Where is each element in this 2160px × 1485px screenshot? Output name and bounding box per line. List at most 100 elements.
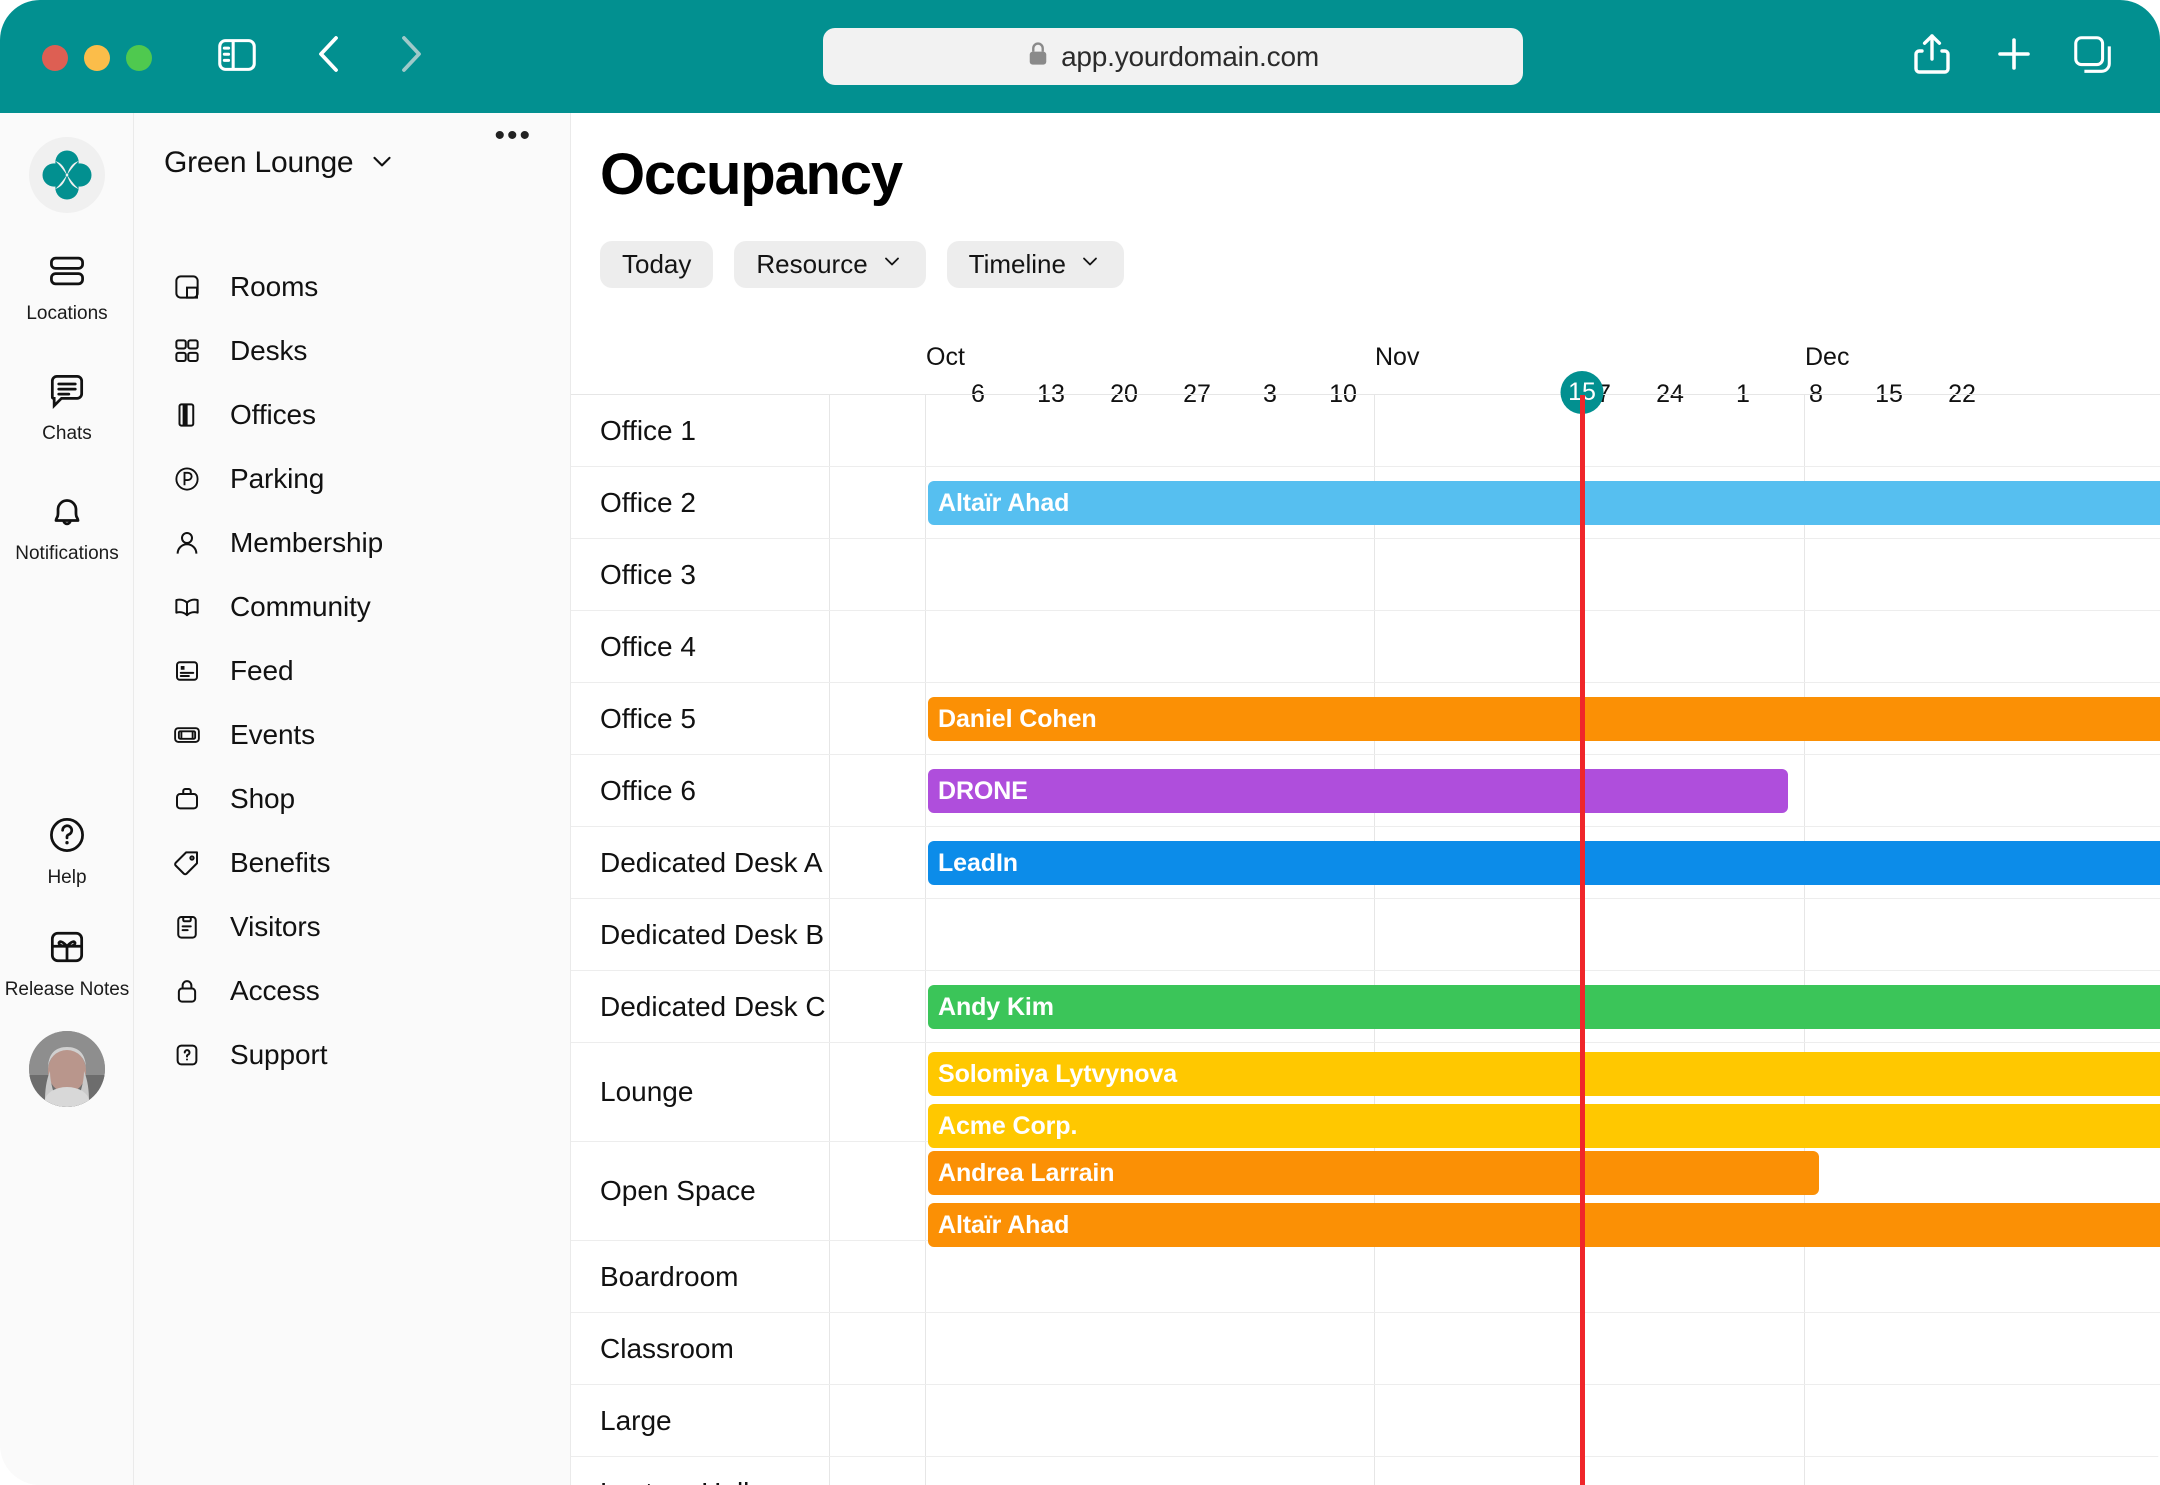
month-gridline: [925, 1385, 926, 1456]
timeline-row[interactable]: Office 3: [571, 539, 2160, 611]
booking-bar[interactable]: Andrea Larrain: [928, 1151, 1819, 1195]
month-gridline: [925, 1142, 926, 1240]
ellipsis-icon[interactable]: •••: [494, 121, 532, 151]
timeline-row[interactable]: Open Space Andrea Larrain Altaïr Ahad: [571, 1142, 2160, 1247]
timeline-grid[interactable]: Office 1 Office 2 Altaïr Ahad Office 3 Offic…: [571, 394, 2160, 1485]
booking-bar[interactable]: Altaïr Ahad: [928, 1203, 2160, 1247]
row-label: Dedicated Desk A: [600, 846, 823, 878]
timeline-row[interactable]: Office 4: [571, 611, 2160, 683]
sidebar-item-label: Access: [230, 975, 320, 1006]
page-title: Occupancy: [600, 142, 903, 207]
month-gridline: [1374, 899, 1375, 970]
timeline-row[interactable]: Office 5 Daniel Cohen: [571, 683, 2160, 755]
timeline-row[interactable]: Dedicated Desk C Andy Kim: [571, 971, 2160, 1043]
booking-bar[interactable]: Daniel Cohen: [928, 697, 2160, 741]
timeline-row[interactable]: Office 1: [571, 395, 2160, 467]
sidebar-item-membership[interactable]: Membership: [134, 521, 571, 565]
rail-item-help[interactable]: Help: [0, 813, 134, 887]
timeline-row[interactable]: Boardroom: [571, 1241, 2160, 1313]
booking-bar[interactable]: Altaïr Ahad: [928, 481, 2160, 525]
question-square-icon: [170, 1040, 204, 1070]
sidebar-toggle-icon[interactable]: [214, 32, 260, 83]
today-filter-button[interactable]: Today: [600, 241, 714, 288]
sidebar-item-offices[interactable]: Offices: [134, 393, 571, 437]
month-gridline: [925, 683, 926, 754]
lock-icon: [170, 976, 204, 1006]
booking-bar[interactable]: Acme Corp.: [928, 1104, 2160, 1148]
row-label: Large: [600, 1404, 672, 1436]
sidebar-item-rooms[interactable]: Rooms: [134, 265, 571, 309]
today-marker-line: [1580, 395, 1585, 1485]
booking-bar[interactable]: Andy Kim: [928, 985, 2160, 1029]
row-label: Office 2: [600, 486, 696, 518]
timeline-row[interactable]: Office 2 Altaïr Ahad: [571, 467, 2160, 539]
month-gridline: [925, 467, 926, 538]
user-avatar[interactable]: [29, 1031, 105, 1107]
rail-item-notifications[interactable]: Notifications: [0, 489, 134, 563]
rail-item-chats[interactable]: Chats: [0, 369, 134, 443]
month-gridline: [925, 827, 926, 898]
clover-logo[interactable]: [29, 137, 105, 213]
timeline-row[interactable]: Classroom: [571, 1313, 2160, 1385]
timeline-row[interactable]: Dedicated Desk A LeadIn: [571, 827, 2160, 899]
row-label: Open Space: [600, 1175, 756, 1206]
timeline-row[interactable]: Lounge Solomiya Lytvynova Acme Corp.: [571, 1043, 2160, 1148]
timeline-row[interactable]: Office 6 DRONE: [571, 755, 2160, 827]
sidebar-item-label: Membership: [230, 527, 384, 558]
rail-item-release-notes[interactable]: Release Notes: [0, 925, 134, 999]
filter-bar: Today Resource Timeline: [600, 241, 1124, 288]
share-icon[interactable]: [1908, 30, 1956, 83]
month-gridline: [925, 899, 926, 970]
month-gridline: [1804, 395, 1805, 466]
sidebar-item-access[interactable]: Access: [134, 969, 571, 1013]
row-label: Lounge: [600, 1076, 694, 1107]
rail-item-locations[interactable]: Locations: [0, 249, 134, 323]
month-gridline: [925, 611, 926, 682]
row-label: Boardroom: [600, 1260, 739, 1292]
timeline-row[interactable]: Lecture Hall: [571, 1457, 2160, 1485]
main-content: Occupancy Today Resource Timeline Oct No…: [571, 113, 2160, 1485]
browser-chrome: app.yourdomain.com: [0, 0, 2160, 113]
tag-icon: [170, 848, 204, 878]
desks-grid-icon: [170, 336, 204, 366]
row-label: Office 3: [600, 558, 696, 590]
sidebar-item-visitors[interactable]: Visitors: [134, 905, 571, 949]
sidebar-item-shop[interactable]: Shop: [134, 777, 571, 821]
timeline-filter-dropdown[interactable]: Timeline: [946, 241, 1124, 288]
month-gridline: [1374, 1313, 1375, 1384]
chevron-right-icon[interactable]: [386, 30, 434, 83]
window-close-button[interactable]: [42, 45, 68, 71]
timeline-row[interactable]: Large: [571, 1385, 2160, 1457]
window-zoom-button[interactable]: [126, 45, 152, 71]
booking-bar-label: LeadIn: [938, 848, 1018, 877]
plus-icon[interactable]: [1990, 30, 2038, 83]
month-gridline: [1804, 1241, 1805, 1312]
lock-icon: [1027, 41, 1049, 72]
clipboard-icon: [170, 912, 204, 942]
booking-bar[interactable]: Solomiya Lytvynova: [928, 1052, 2160, 1096]
tab-overview-icon[interactable]: [2070, 32, 2116, 83]
sidebar-item-benefits[interactable]: Benefits: [134, 841, 571, 885]
booking-bar[interactable]: DRONE: [928, 769, 1788, 813]
sidebar-item-support[interactable]: Support: [134, 1033, 571, 1077]
sidebar-item-desks[interactable]: Desks: [134, 329, 571, 373]
booking-bar[interactable]: LeadIn: [928, 841, 2160, 885]
month-gridline: [925, 755, 926, 826]
chevron-down-icon: [1078, 249, 1102, 280]
bag-icon: [170, 784, 204, 814]
sidebar-item-events[interactable]: Events: [134, 713, 571, 757]
sidebar-item-parking[interactable]: Parking: [134, 457, 571, 501]
booking-bar-label: DRONE: [938, 776, 1028, 805]
filter-label: Today: [622, 249, 692, 279]
resource-filter-dropdown[interactable]: Resource: [734, 241, 926, 288]
window-minimize-button[interactable]: [84, 45, 110, 71]
chevron-left-icon[interactable]: [306, 30, 354, 83]
month-gridline: [925, 1241, 926, 1312]
month-gridline: [925, 1043, 926, 1141]
address-bar[interactable]: app.yourdomain.com: [823, 28, 1523, 85]
timeline-row[interactable]: Dedicated Desk B: [571, 899, 2160, 971]
question-circle-icon: [45, 813, 89, 862]
rail-label: Notifications: [15, 543, 119, 564]
sidebar-item-community[interactable]: Community: [134, 585, 571, 629]
sidebar-item-feed[interactable]: Feed: [134, 649, 571, 693]
